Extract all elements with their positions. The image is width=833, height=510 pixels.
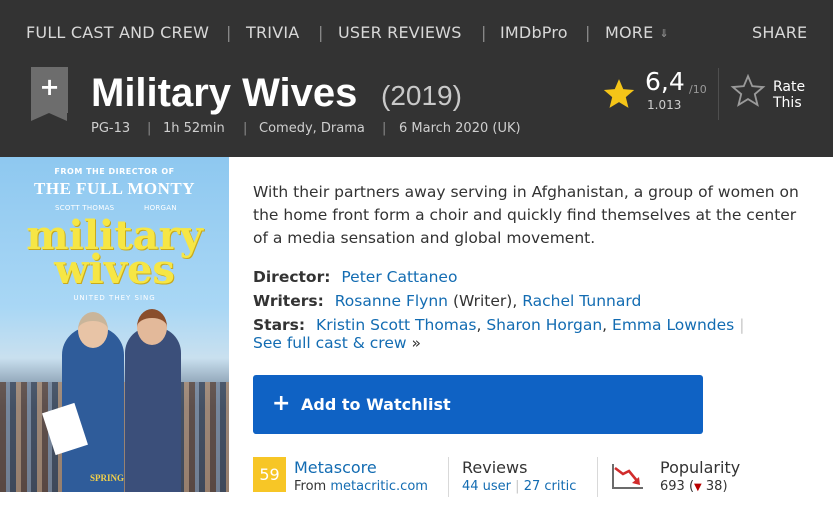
arrow-down-icon: ▼ [694,482,702,493]
poster-from-line: FROM THE DIRECTOR OF [54,167,175,176]
runtime: 1h 52min [163,121,225,136]
nav-separator: | [226,23,232,42]
popularity-label: Popularity [660,458,741,477]
poster-woman-right [125,327,181,492]
nav-separator: | [585,23,591,42]
reviews-counts: 44 user | 27 critic [462,479,576,495]
share-button[interactable]: SHARE [752,24,807,42]
see-full-cast-arrow: » [411,334,421,352]
user-reviews-link[interactable]: 44 user [462,479,511,494]
comma-separator: , [602,316,613,334]
reviews-label: Reviews [462,458,528,477]
release-year-link[interactable]: (2019) [381,80,462,112]
popularity-rank: 693 (▼ 38) [660,479,728,494]
nav-more[interactable]: MORE ⇓ [605,24,669,43]
add-to-watchlist-ribbon[interactable]: + [31,67,68,121]
plot-summary: With their partners away serving in Afgh… [253,183,799,247]
star-outline-icon[interactable] [730,74,766,108]
director-link[interactable]: Peter Cattaneo [341,268,457,286]
comma-separator: , [476,316,487,334]
movie-poster[interactable]: FROM THE DIRECTOR OF THE FULL MONTY SCOT… [0,157,229,492]
writer-link[interactable]: Rachel Tunnard [522,292,641,310]
poster-actor-left: SCOTT THOMAS [55,204,115,212]
nav-more-label: MORE [605,23,654,42]
metacritic-link[interactable]: metacritic.com [330,479,428,494]
rating-count[interactable]: 1.013 [647,98,681,112]
poster-season: SPRING [90,473,125,483]
genres[interactable]: Comedy, Drama [259,121,365,136]
writer-link[interactable]: Rosanne Flynn [335,292,448,310]
reviews-divider [448,457,449,497]
metacritic-source: From metacritic.com [294,479,428,495]
rating-max: /10 [689,83,707,96]
writers-credit: Writers: Rosanne Flynn (Writer), Rachel … [253,291,641,311]
writer-role: (Writer), [452,292,518,310]
plus-icon: + [39,73,60,101]
rate-this-button[interactable]: Rate This [773,79,823,111]
popularity-trend-icon [612,464,643,489]
nav-user-reviews[interactable]: USER REVIEWS [338,24,462,42]
reviews-separator: | [515,479,520,494]
poster-title: military wives [0,216,229,290]
metascore-link[interactable]: Metascore [294,458,377,477]
director-credit: Director: Peter Cattaneo [253,267,457,287]
nav-imdbpro[interactable]: IMDbPro [500,24,568,42]
subtext-separator: | [147,121,152,136]
nav-full-cast-and-crew[interactable]: FULL CAST AND CREW [26,24,209,42]
star-link[interactable]: Sharon Horgan [486,316,602,334]
add-to-watchlist-button[interactable]: + Add to Watchlist [253,375,703,434]
certificate: PG-13 [91,121,131,136]
poster-tagline: UNITED THEY SING [73,294,156,302]
poster-woman-right-head [137,309,167,345]
metascore-badge[interactable]: 59 [253,457,286,492]
plus-icon: + [272,391,291,416]
popularity-change: 38 [705,479,723,494]
writers-label: Writers: [253,292,324,310]
critic-reviews-link[interactable]: 27 critic [524,479,577,494]
stars-credit: Stars: Kristin Scott Thomas, Sharon Horg… [253,315,744,335]
star-icon [603,79,635,108]
see-full-cast-row: See full cast & crew » [253,333,421,353]
subtext-separator: | [382,121,387,136]
nav-separator: | [481,23,487,42]
see-full-cast-link[interactable]: See full cast & crew [253,334,407,352]
sub-navigation: FULL CAST AND CREW | TRIVIA | USER REVIE… [0,0,833,66]
poster-actor-right: HORGAN [144,204,177,212]
from-text: From [294,479,327,494]
star-link[interactable]: Emma Lowndes [612,316,734,334]
stars-separator: | [739,316,745,334]
nav-separator: | [318,23,324,42]
page-title: Military Wives [91,71,358,115]
popularity-divider [597,457,598,497]
rating-divider [718,68,719,120]
poster-woman-left-head [78,312,108,348]
subtext-separator: | [243,121,248,136]
nav-trivia[interactable]: TRIVIA [246,24,299,42]
star-link[interactable]: Kristin Scott Thomas [316,316,476,334]
poster-prior-film: THE FULL MONTY [34,179,195,198]
popularity-value: 693 [660,479,685,494]
release-date[interactable]: 6 March 2020 (UK) [399,121,521,136]
rating-value: 6,4 [645,67,685,96]
chevron-down-icon: ⇓ [659,27,669,40]
add-to-watchlist-label: Add to Watchlist [301,395,451,414]
director-label: Director: [253,268,331,286]
stars-label: Stars: [253,316,306,334]
